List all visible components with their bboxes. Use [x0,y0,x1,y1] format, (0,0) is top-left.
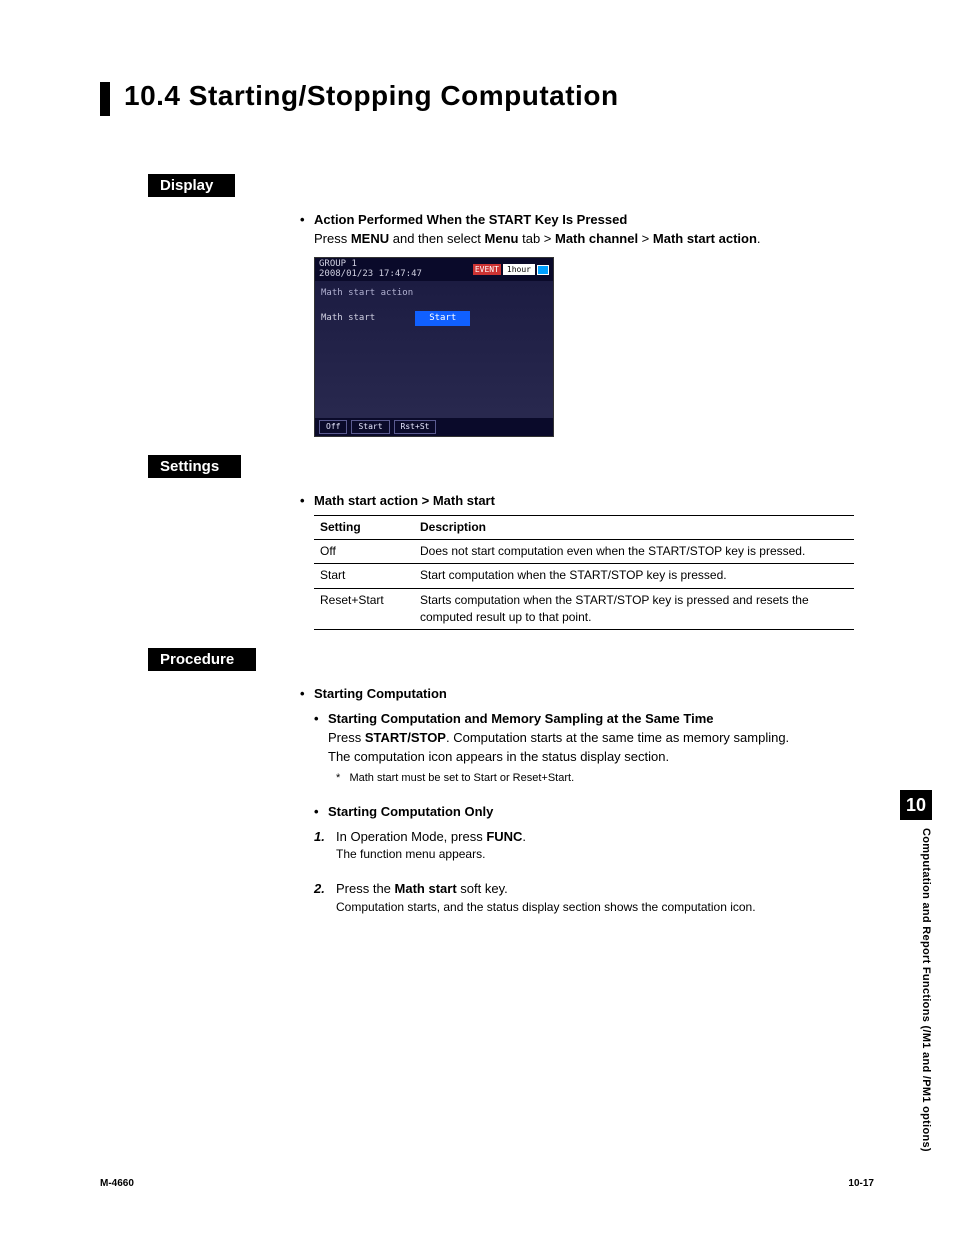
text-func: FUNC [486,829,522,844]
bullet-icon: • [300,685,314,704]
page-title-row: 10.4 Starting/Stopping Computation [100,80,884,116]
section-label-procedure: Procedure [148,648,256,671]
text: > [638,231,653,246]
footer-right: 10-17 [848,1178,874,1189]
step2-text: Press the Math start soft key. [336,880,508,899]
text-menu-tab: Menu [485,231,519,246]
cell-desc: Does not start computation even when the… [414,539,854,563]
text-startstop: START/STOP [365,730,446,745]
text-menu: MENU [351,231,389,246]
display-nav-path: Press MENU and then select Menu tab > Ma… [314,230,884,249]
bullet-icon: • [314,803,328,822]
text-math-start: Math start [395,881,457,896]
ss-timestamp: 2008/01/23 17:47:47 [319,269,422,279]
procedure-line: The computation icon appears in the stat… [328,748,884,767]
procedure-footnote: * Math start must be set to Start or Res… [336,771,884,787]
text-math-channel: Math channel [555,231,638,246]
step2-sub: Computation starts, and the status displ… [336,899,884,916]
section-label-display: Display [148,174,235,197]
text: Press [328,730,365,745]
page-title: 10.4 Starting/Stopping Computation [124,80,619,112]
softkey-rstst: Rst+St [394,420,437,434]
text: soft key. [457,881,508,896]
display-action-heading: Action Performed When the START Key Is P… [314,211,627,230]
camera-icon [537,265,549,275]
ss-group: GROUP 1 [319,259,357,269]
ss-heading: Math start action [321,287,547,300]
text: Press [314,231,351,246]
procedure-sub2-heading: Starting Computation Only [328,803,493,822]
text-math-start-action: Math start action [653,231,757,246]
procedure-heading: Starting Computation [314,685,447,704]
text: tab > [518,231,555,246]
col-description: Description [414,515,854,539]
event-badge: EVENT [473,264,501,276]
ss-row-label: Math start [321,312,375,325]
cell-desc: Start computation when the START/STOP ke… [414,564,854,588]
cell-setting: Reset+Start [314,588,414,630]
step1-sub: The function menu appears. [336,846,884,863]
softkey-off: Off [319,420,347,434]
text: . [757,231,761,246]
cell-setting: Off [314,539,414,563]
procedure-sub1-heading: Starting Computation and Memory Sampling… [328,710,713,729]
text: In Operation Mode, press [336,829,486,844]
bullet-icon: • [300,492,314,511]
chapter-tab: 10 [900,790,932,820]
cell-setting: Start [314,564,414,588]
step-number: 2. [314,880,336,899]
bullet-icon: • [300,211,314,230]
section-label-settings: Settings [148,455,241,478]
step1-text: In Operation Mode, press FUNC. [336,828,526,847]
text: Press the [336,881,395,896]
procedure-line: Press START/STOP. Computation starts at … [328,729,884,748]
time-badge: 1hour [503,264,535,276]
title-accent-bar [100,82,110,116]
settings-table: Setting Description Off Does not start c… [314,515,854,631]
bullet-icon: • [314,710,328,729]
chapter-side-label: Computation and Report Functions (/M1 an… [920,828,932,1152]
text: Math start must be set to Start or Reset… [349,772,574,784]
text: . [522,829,526,844]
softkey-start: Start [351,420,389,434]
step-number: 1. [314,828,336,847]
text: . Computation starts at the same time as… [446,730,789,745]
device-screenshot: GROUP 1 2008/01/23 17:47:47 EVENT 1hour … [314,257,554,437]
settings-heading: Math start action > Math start [314,492,495,511]
ss-value-button: Start [415,311,470,326]
col-setting: Setting [314,515,414,539]
text: and then select [389,231,484,246]
cell-desc: Starts computation when the START/STOP k… [414,588,854,630]
footer-left: M-4660 [100,1178,134,1189]
